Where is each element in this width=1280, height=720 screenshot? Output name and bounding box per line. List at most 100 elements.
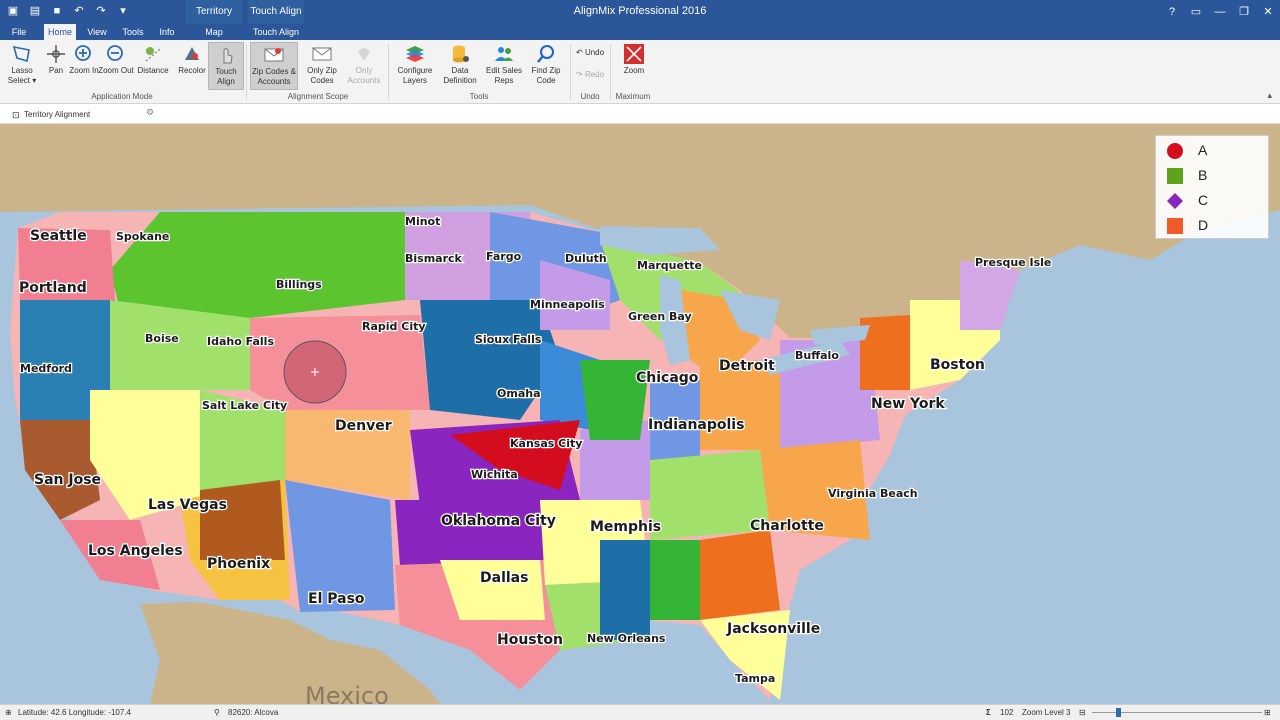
configure-layers-button[interactable]: Configure Layers [394, 42, 436, 90]
tab-map[interactable]: Map [196, 24, 232, 40]
collapse-ribbon-icon[interactable]: ▴ [1267, 90, 1272, 101]
legend-square-icon [1167, 168, 1183, 184]
territory-montana[interactable] [110, 212, 405, 318]
count-readout: 102 [1000, 708, 1014, 717]
data-definition-button[interactable]: Data Definition [440, 42, 480, 90]
legend-label-d: D [1198, 217, 1209, 233]
help-button[interactable]: ? [1160, 0, 1184, 24]
pan-icon [47, 45, 65, 63]
map-view[interactable]: Minot Spokane Bismarck Fargo Duluth Marq… [0, 124, 1280, 704]
city-tampa: Tampa [735, 672, 775, 685]
city-minot: Minot [405, 215, 440, 228]
redo-button[interactable]: ↷ Redo [576, 70, 604, 79]
city-charlotte: Charlotte [750, 518, 824, 534]
window-title: AlignMix Professional 2016 [573, 5, 707, 17]
sum-icon: Σ [986, 708, 991, 717]
city-kansas-city: Kansas City [510, 437, 582, 450]
zoom-in-button[interactable]: Zoom In [66, 42, 102, 90]
legend-label-a: A [1198, 142, 1208, 158]
undo-button[interactable]: ↶ Undo [576, 48, 604, 57]
doc-tab-territory-alignment[interactable]: ⊡ Territory Alignment [6, 107, 138, 123]
zoom-maximum-button[interactable]: Zoom [614, 42, 654, 90]
city-portland: Portland [19, 280, 87, 296]
legend-square-icon [1167, 218, 1183, 234]
territory-mississippi[interactable] [600, 540, 650, 640]
zoom-out-small-button[interactable]: ⊟ [1079, 708, 1086, 717]
territory-oklahoma[interactable] [395, 500, 545, 565]
recolor-icon [185, 47, 199, 60]
territory-georgia[interactable] [700, 530, 780, 620]
document-tab-strip: ⊡ Territory Alignment ⚙ [0, 104, 1280, 124]
location-pin-icon: ⚲ [214, 708, 220, 717]
city-houston: Houston [497, 632, 563, 648]
tab-touch-align[interactable]: Touch Align [250, 24, 302, 40]
city-chicago: Chicago [636, 370, 699, 386]
city-jacksonville: Jacksonville [726, 621, 820, 637]
city-seattle: Seattle [30, 228, 87, 244]
territory-phoenix[interactable] [200, 480, 285, 560]
city-omaha: Omaha [497, 387, 541, 400]
pan-label: Pan [48, 66, 64, 75]
restore-button[interactable]: ❐ [1232, 0, 1256, 24]
maximize-icon [624, 44, 644, 64]
city-rapid-city: Rapid City [362, 320, 426, 333]
city-idaho-falls: Idaho Falls [207, 335, 274, 348]
city-denver: Denver [335, 418, 392, 434]
legend-circle-icon [1167, 143, 1183, 159]
layers-icon [406, 46, 424, 62]
window-controls: ? ▭ — ❐ ✕ [1160, 0, 1280, 24]
zip-codes-accounts-button[interactable]: Zip Codes & Accounts [250, 42, 298, 90]
recolor-button[interactable]: Recolor [172, 42, 212, 90]
tab-view[interactable]: View [84, 24, 110, 40]
zoom-in-icon [75, 45, 91, 61]
group-label-maximum: Maximum [615, 92, 651, 101]
envelope-icon [312, 47, 332, 61]
city-fargo: Fargo [486, 250, 522, 263]
close-button[interactable]: ✕ [1256, 0, 1280, 24]
distance-button[interactable]: Distance [133, 42, 173, 90]
undo-label: Undo [584, 48, 605, 57]
zoom-out-button[interactable]: Zoom Out [98, 42, 134, 90]
city-spokane: Spokane [116, 230, 169, 243]
city-oklahoma-city: Oklahoma City [441, 513, 556, 529]
city-medford: Medford [20, 362, 72, 375]
only-zip-codes-label: Only Zip Codes [307, 66, 337, 85]
tab-info[interactable]: Info [154, 24, 180, 40]
only-zip-codes-button[interactable]: Only Zip Codes [302, 42, 342, 90]
doc-tab-options-icon[interactable]: ⚙ [146, 107, 154, 118]
ribbon-separator [610, 44, 611, 100]
city-indianapolis: Indianapolis [648, 417, 744, 433]
redo-label: Redo [584, 70, 605, 79]
magnifier-icon [537, 45, 554, 63]
zoom-in-small-button[interactable]: ⊞ [1264, 708, 1271, 717]
city-duluth: Duluth [565, 252, 607, 265]
tab-tools[interactable]: Tools [118, 24, 148, 40]
territory-map[interactable]: Minot Spokane Bismarck Fargo Duluth Marq… [0, 124, 1280, 704]
minimize-button[interactable]: — [1208, 0, 1232, 24]
zoom-out-icon [107, 45, 123, 61]
only-accounts-label: Only Accounts [347, 66, 381, 85]
tab-home[interactable]: Home [44, 24, 76, 40]
touch-align-button[interactable]: Touch Align [208, 42, 244, 90]
find-zip-code-button[interactable]: Find Zip Code [526, 42, 566, 90]
group-label-undo: Undo [580, 92, 600, 101]
legend-item-b: B [1164, 165, 1264, 187]
map-legend: A B C D [1155, 135, 1269, 239]
city-los-angeles: Los Angeles [88, 543, 183, 559]
zoom-slider-thumb[interactable] [1116, 708, 1121, 717]
legend-diamond-icon [1167, 193, 1183, 209]
lasso-icon [12, 45, 30, 63]
lasso-select-label: Lasso Select ▾ [7, 66, 37, 85]
city-dallas: Dallas [480, 570, 528, 586]
only-accounts-button[interactable]: Only Accounts [344, 42, 384, 90]
city-detroit: Detroit [719, 358, 775, 374]
map-tab-icon: ⊡ [12, 110, 20, 120]
redo-arrow-icon: ↷ [576, 70, 585, 79]
touch-align-label: Touch Align [215, 67, 237, 86]
city-bismarck: Bismarck [405, 252, 463, 265]
tab-file[interactable]: File [4, 24, 34, 40]
ribbon-display-button[interactable]: ▭ [1184, 0, 1208, 24]
edit-sales-reps-button[interactable]: Edit Sales Reps [484, 42, 524, 90]
city-virginia-beach: Virginia Beach [828, 487, 918, 500]
find-zip-code-label: Find Zip Code [531, 66, 561, 85]
